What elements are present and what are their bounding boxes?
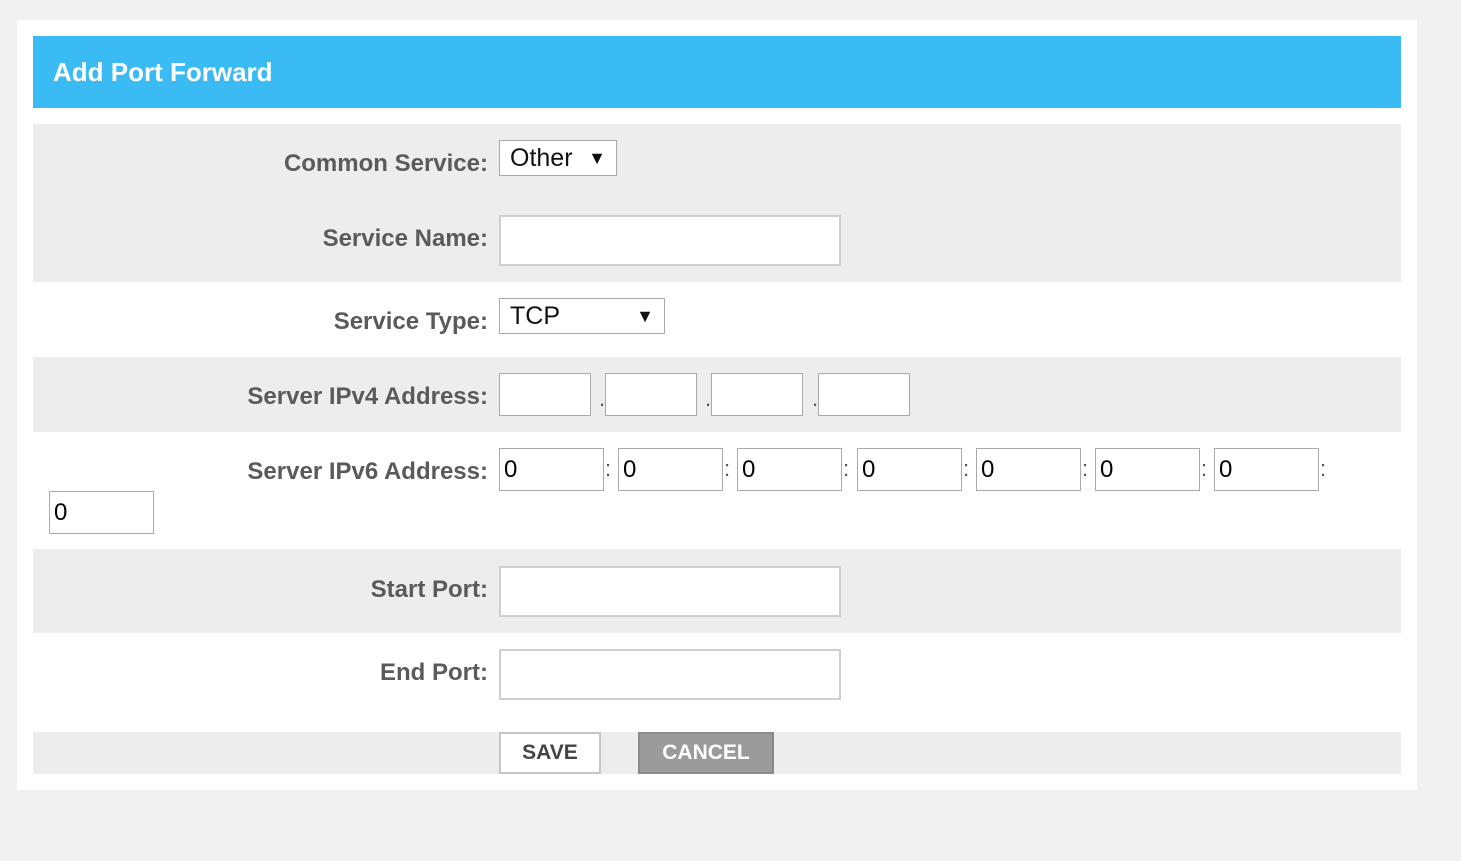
ipv6-group-8-input[interactable]: [49, 491, 154, 534]
common-service-select[interactable]: Other ▼: [499, 140, 617, 176]
start-port-label: Start Port:: [370, 576, 488, 603]
service-name-input[interactable]: [499, 215, 841, 266]
chevron-down-icon: ▼: [636, 306, 654, 326]
service-type-select[interactable]: TCP ▼: [499, 298, 665, 334]
ipv4-octet-4-input[interactable]: [818, 373, 910, 416]
service-name-label: Service Name:: [322, 225, 488, 252]
service-type-value: TCP: [510, 302, 560, 330]
ipv6-separator: :: [1082, 456, 1089, 481]
cancel-button[interactable]: CANCEL: [638, 732, 774, 774]
ipv6-group-2-input[interactable]: [618, 448, 723, 491]
service-type-label: Service Type:: [333, 308, 488, 335]
panel-header: Add Port Forward: [33, 36, 1401, 108]
ipv6-group-7-input[interactable]: [1214, 448, 1319, 491]
ipv6-group-5-input[interactable]: [976, 448, 1081, 491]
server-ipv4-label: Server IPv4 Address:: [247, 383, 488, 410]
chevron-down-icon: ▼: [588, 148, 606, 168]
ipv6-group-1-input[interactable]: [499, 448, 604, 491]
ipv4-octet-1-input[interactable]: [499, 373, 591, 416]
common-service-label: Common Service:: [283, 150, 488, 177]
save-button[interactable]: SAVE: [499, 732, 601, 774]
ipv6-separator: :: [605, 456, 612, 481]
ipv6-separator: :: [843, 456, 850, 481]
common-service-value: Other: [510, 144, 573, 172]
add-port-forward-panel: Add Port Forward Common Service: Other ▼…: [17, 20, 1417, 790]
start-port-input[interactable]: [499, 566, 841, 617]
ipv6-separator: :: [724, 456, 731, 481]
ipv6-group-6-input[interactable]: [1095, 448, 1200, 491]
page-title: Add Port Forward: [53, 57, 273, 87]
end-port-input[interactable]: [499, 649, 841, 700]
ipv6-separator: :: [963, 456, 970, 481]
ipv6-separator: :: [1320, 456, 1327, 481]
end-port-label: End Port:: [380, 659, 488, 686]
ipv4-octet-3-input[interactable]: [711, 373, 803, 416]
ipv6-separator: :: [1201, 456, 1208, 481]
ipv6-group-3-input[interactable]: [737, 448, 842, 491]
ipv4-octet-2-input[interactable]: [605, 373, 697, 416]
ipv6-group-4-input[interactable]: [857, 448, 962, 491]
server-ipv6-label: Server IPv6 Address:: [247, 458, 488, 485]
